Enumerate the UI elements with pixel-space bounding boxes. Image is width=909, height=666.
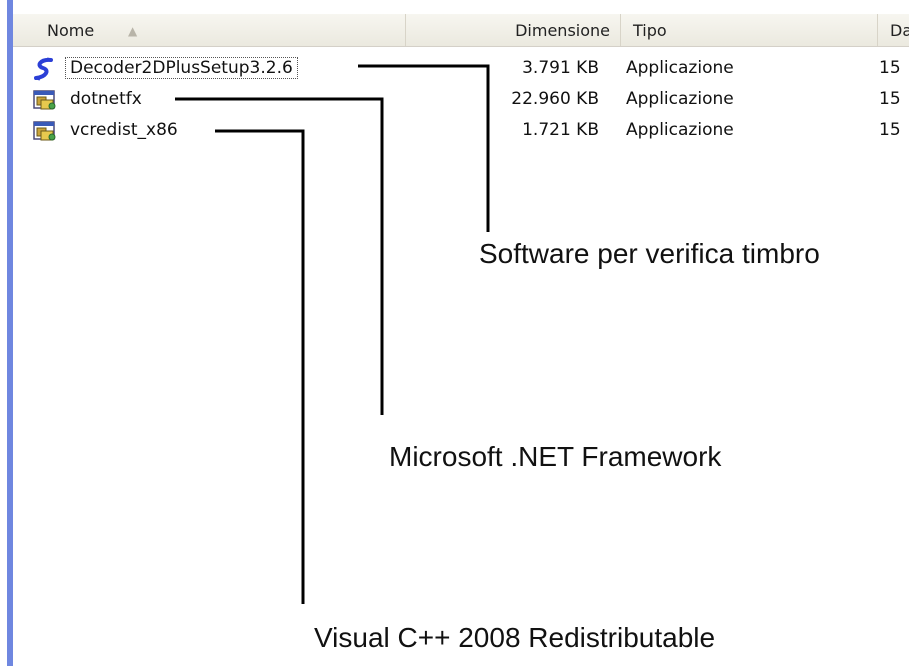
callout-line-vcredist <box>215 129 305 604</box>
callout-line-dotnet <box>175 97 384 415</box>
callout-line-decoder <box>358 64 490 232</box>
callout-lines <box>175 64 490 604</box>
callout-label-decoder: Software per verifica timbro <box>479 238 820 269</box>
callout-label-vcredist: Visual C++ 2008 Redistributable <box>314 622 716 653</box>
callout-label-dotnet: Microsoft .NET Framework <box>389 441 722 472</box>
